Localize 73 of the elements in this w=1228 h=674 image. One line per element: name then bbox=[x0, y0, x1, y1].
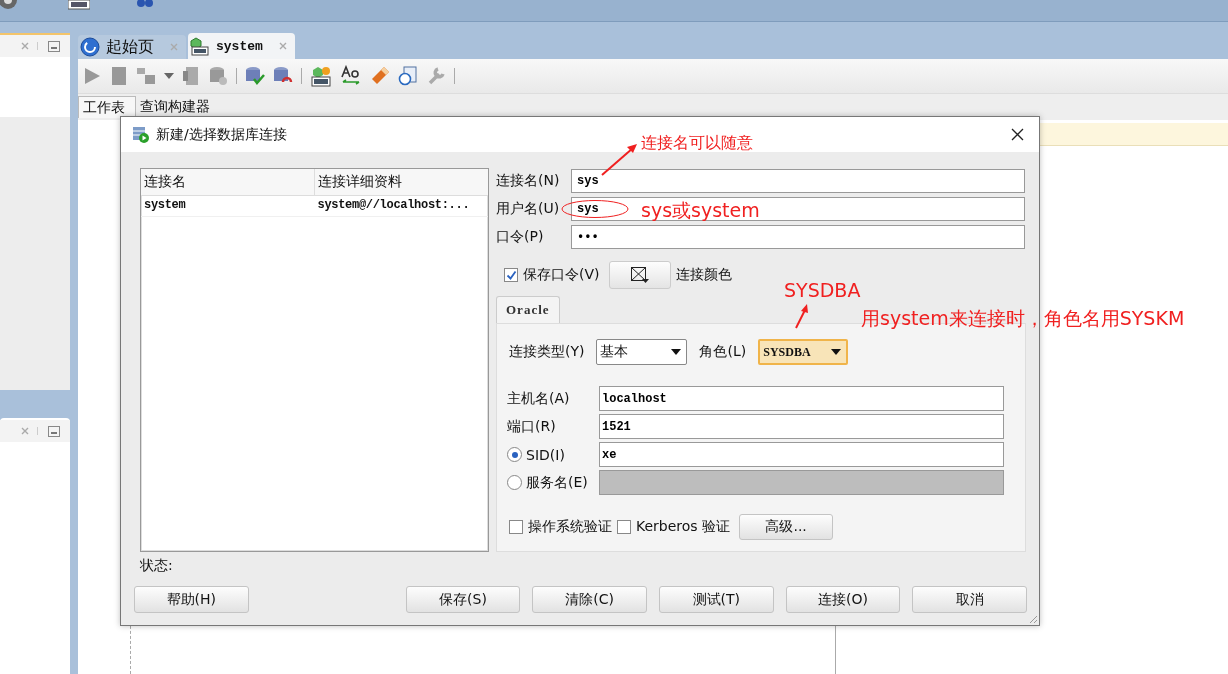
resize-grip-icon[interactable] bbox=[1028, 614, 1038, 624]
field-label: 口令(P) bbox=[496, 228, 545, 246]
input-field[interactable]: 1521 bbox=[599, 414, 1004, 439]
column-header[interactable]: 连接详细资料 bbox=[314, 169, 488, 195]
input-field[interactable]: xe bbox=[599, 442, 1004, 467]
annotation-ellipse bbox=[561, 199, 629, 219]
dialog-button[interactable]: 测试(T) bbox=[658, 586, 774, 613]
editor-tab[interactable]: 起始页 bbox=[78, 35, 186, 59]
database-tab[interactable]: Oracle bbox=[496, 296, 560, 323]
dropdown[interactable]: SYSDBA bbox=[758, 339, 849, 365]
checkbox[interactable] bbox=[617, 520, 631, 534]
sql-icon[interactable] bbox=[310, 65, 332, 87]
checkbox[interactable] bbox=[509, 520, 523, 534]
document-icon[interactable] bbox=[110, 66, 128, 86]
dialog-button[interactable]: 取消 bbox=[912, 586, 1027, 613]
field-label: 用户名(U) bbox=[496, 200, 561, 218]
table-cell[interactable]: system bbox=[141, 196, 315, 216]
annotation-arrow bbox=[794, 303, 810, 329]
wrench-icon[interactable] bbox=[426, 66, 446, 86]
field-label: 连接名(N) bbox=[496, 172, 561, 190]
checkbox-label: 操作系统验证 bbox=[528, 518, 612, 536]
database-check-icon[interactable] bbox=[245, 66, 265, 86]
annotation-text: SYSDBA bbox=[784, 279, 861, 301]
field-label: 角色(L) bbox=[699, 343, 747, 361]
dialog-title: 新建/选择数据库连接 bbox=[156, 125, 287, 144]
input-field[interactable]: sys bbox=[571, 169, 1025, 193]
input-field[interactable]: localhost bbox=[599, 386, 1004, 411]
color-label: 连接颜色 bbox=[675, 266, 732, 284]
table-cell[interactable]: system@//localhost:... bbox=[314, 196, 488, 216]
caret-icon[interactable] bbox=[164, 73, 174, 79]
color-picker-icon bbox=[629, 266, 650, 284]
worksheet-tab[interactable]: 工作表 bbox=[78, 96, 136, 118]
text-case-icon[interactable] bbox=[340, 65, 362, 87]
field-label: 端口(R) bbox=[507, 417, 556, 436]
help-button[interactable]: 帮助(H) bbox=[134, 586, 249, 613]
minimize-icon[interactable] bbox=[48, 425, 60, 437]
database-connect-icon bbox=[132, 125, 150, 144]
radio-button[interactable] bbox=[507, 447, 522, 462]
status-label: 状态: bbox=[140, 557, 174, 575]
clock-document-icon[interactable] bbox=[398, 66, 418, 86]
run-icon[interactable] bbox=[82, 66, 102, 86]
annotation-text: sys或system bbox=[641, 198, 760, 223]
color-button[interactable] bbox=[608, 261, 671, 289]
checkbox-label: 保存口令(V) bbox=[523, 266, 600, 284]
minimize-icon[interactable] bbox=[48, 40, 60, 52]
dialog-button[interactable]: 连接(O) bbox=[785, 586, 901, 613]
dialog-button[interactable]: 清除(C) bbox=[532, 586, 647, 613]
close-icon[interactable] bbox=[1011, 128, 1024, 141]
annotation-text: 用system来连接时，角色名用SYSKM bbox=[861, 306, 1185, 331]
database-search-icon[interactable] bbox=[208, 66, 228, 86]
field-label: SID(I) bbox=[526, 446, 565, 463]
checkbox-label: Kerberos 验证 bbox=[636, 518, 731, 536]
binoculars-icon[interactable] bbox=[136, 0, 154, 10]
column-header[interactable]: 连接名 bbox=[141, 169, 315, 195]
caret-icon bbox=[671, 349, 682, 355]
field-label: 主机名(A) bbox=[507, 389, 570, 408]
worksheet-tab[interactable]: 查询构建器 bbox=[136, 96, 220, 117]
advanced-button[interactable]: 高级... bbox=[739, 514, 834, 540]
annotation-text: 连接名可以随意 bbox=[641, 133, 753, 154]
editor-tab[interactable]: system bbox=[188, 33, 295, 59]
annotation-arrow bbox=[600, 142, 640, 178]
eraser-icon[interactable] bbox=[370, 66, 390, 86]
field-label: 连接类型(Y) bbox=[509, 343, 585, 361]
database-sql-icon bbox=[190, 36, 210, 56]
dropdown[interactable]: 基本 bbox=[596, 339, 688, 365]
sql-icon[interactable] bbox=[68, 0, 90, 10]
field-label: 服务名(E) bbox=[526, 473, 588, 492]
checkbox[interactable] bbox=[504, 268, 518, 282]
document-icon[interactable] bbox=[182, 66, 200, 86]
gear-icon[interactable] bbox=[0, 0, 18, 12]
input-field[interactable]: ••• bbox=[571, 225, 1025, 249]
dialog-button[interactable]: 保存(S) bbox=[405, 586, 521, 613]
caret-icon bbox=[831, 349, 842, 355]
